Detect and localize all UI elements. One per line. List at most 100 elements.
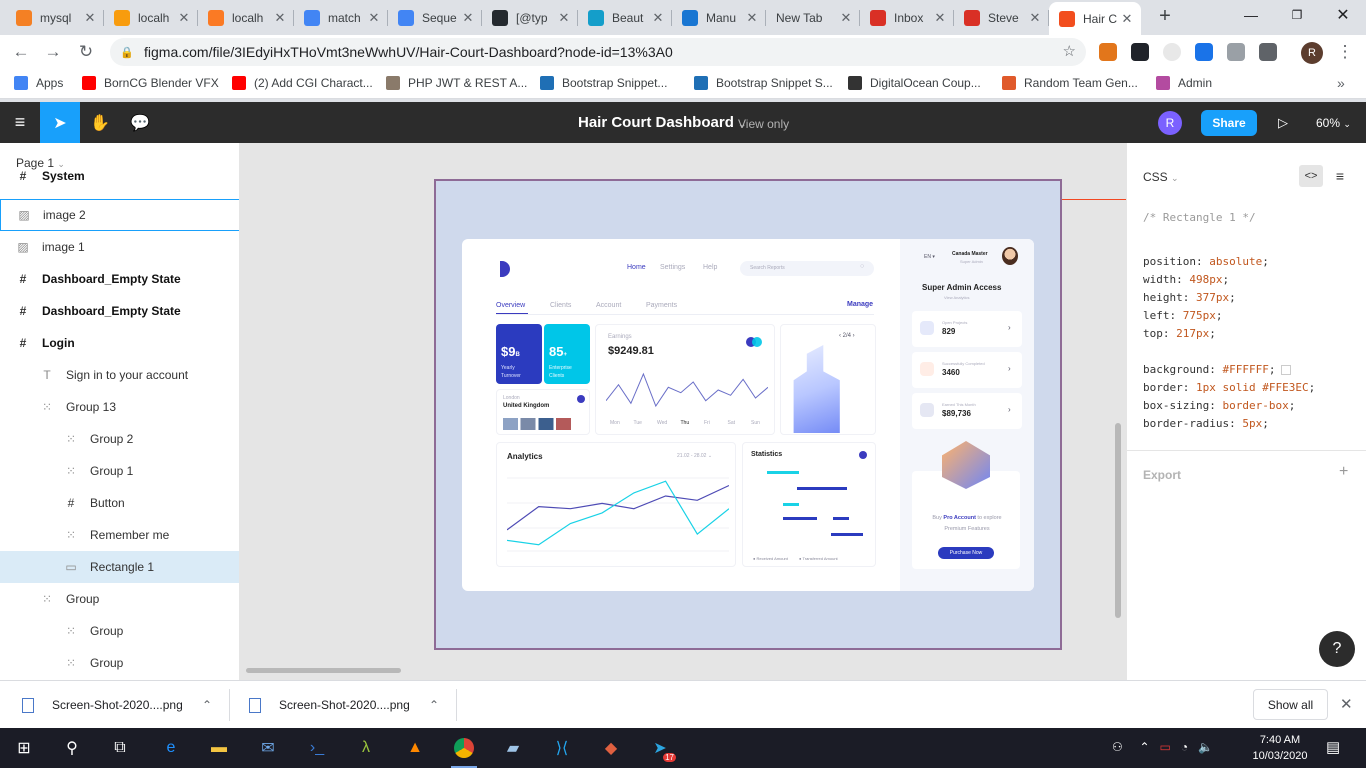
telegram-button[interactable]: ➤ 17 — [644, 732, 676, 764]
browser-tab[interactable]: localh ✕ — [104, 4, 198, 31]
close-tab-icon[interactable]: ✕ — [366, 10, 382, 26]
extension-circle-icon[interactable] — [1163, 43, 1181, 61]
profile-avatar[interactable]: R — [1301, 42, 1323, 64]
browser-tab[interactable]: match ✕ — [294, 4, 388, 31]
volume-icon[interactable]: 🔈 — [1198, 740, 1213, 754]
lambda-app-button[interactable]: λ — [350, 732, 382, 764]
pager-text[interactable]: ‹ 2/4 › — [839, 333, 855, 339]
layer-item[interactable]: # Dashboard_Empty State — [0, 295, 239, 327]
bookmark-item[interactable]: Bootstrap Snippet... — [540, 76, 667, 90]
horizontal-scrollbar[interactable] — [246, 668, 401, 673]
date-range[interactable]: 21.02 - 28.02 ⌄ — [677, 453, 712, 459]
mail-button[interactable]: ✉ — [252, 732, 284, 764]
close-tab-icon[interactable]: ✕ — [650, 10, 666, 26]
close-tab-icon[interactable]: ✕ — [1027, 10, 1043, 26]
browser-tab[interactable]: Steve ✕ — [954, 4, 1049, 31]
close-tab-icon[interactable]: ✕ — [272, 10, 288, 26]
show-all-button[interactable]: Show all — [1253, 689, 1328, 720]
close-tab-icon[interactable]: ✕ — [82, 10, 98, 26]
start-button[interactable]: ⊞ — [8, 732, 40, 764]
shield-icon[interactable] — [1227, 43, 1245, 61]
bookmark-item[interactable]: Bootstrap Snippet S... — [694, 76, 833, 90]
sidebar-stat-card[interactable]: Successfully Completed 3460 › — [912, 352, 1022, 388]
download-item[interactable]: Screen-Shot-2020....png ⌃ — [22, 681, 230, 729]
sidebar-stat-card[interactable]: Open Projects 829 › — [912, 311, 1022, 347]
main-menu-button[interactable]: ≡ — [0, 102, 40, 143]
chrome-menu-button[interactable]: ⋮ — [1333, 40, 1357, 64]
chevron-up-icon[interactable]: ⌃ — [1139, 740, 1149, 754]
tab-payments[interactable]: Payments — [646, 302, 677, 309]
task-view-button[interactable]: ⧉ — [104, 732, 136, 764]
metamask-icon[interactable] — [1099, 43, 1117, 61]
browser-tab[interactable]: localh ✕ — [198, 4, 294, 31]
zoom-control[interactable]: 60% ⌄ — [1316, 116, 1351, 130]
nav-settings[interactable]: Settings — [660, 264, 685, 271]
file-title[interactable]: Hair Court Dashboard ⌄ — [578, 114, 746, 131]
tab-account[interactable]: Account — [596, 302, 621, 309]
manage-link[interactable]: Manage — [847, 301, 873, 308]
close-tab-icon[interactable]: ✕ — [460, 10, 476, 26]
admin-avatar[interactable] — [1002, 247, 1018, 265]
browser-tab[interactable]: [@typ ✕ — [482, 4, 578, 31]
bookmark-item[interactable]: Admin — [1156, 76, 1212, 90]
bookmark-item[interactable]: Random Team Gen... — [1002, 76, 1138, 90]
tab-clients[interactable]: Clients — [550, 302, 571, 309]
minimize-button[interactable]: — — [1228, 0, 1274, 30]
layer-item[interactable]: ▨ image 2 — [0, 199, 239, 231]
layer-item[interactable]: ⁙ Group 13 — [0, 391, 239, 423]
layer-item[interactable]: # Dashboard_Empty State — [0, 263, 239, 295]
react-devtools-icon[interactable] — [1131, 43, 1149, 61]
layer-item[interactable]: ⁙ Remember me — [0, 519, 239, 551]
layer-item[interactable]: ⁙ Group 1 — [0, 455, 239, 487]
file-explorer-button[interactable]: ▬ — [203, 732, 235, 764]
layer-item[interactable]: ⁙ Group — [0, 647, 239, 679]
add-export-button[interactable]: + — [1339, 463, 1348, 481]
comment-tool-button[interactable]: 💬 — [120, 102, 160, 143]
wifi-icon[interactable]: ◔ — [1181, 740, 1188, 754]
screenshot-extension-icon[interactable] — [1195, 43, 1213, 61]
browser-tab[interactable]: Manu ✕ — [672, 4, 766, 31]
close-tab-icon[interactable]: ✕ — [176, 10, 192, 26]
chrome-taskbar-button[interactable] — [448, 732, 480, 768]
forward-button[interactable]: → — [41, 40, 65, 64]
close-tab-icon[interactable]: ✕ — [744, 10, 760, 26]
layer-item[interactable]: # System — [0, 167, 239, 183]
close-tab-icon[interactable]: ✕ — [1119, 11, 1135, 27]
sidebar-stat-card[interactable]: Earned This Month $89,736 › — [912, 393, 1022, 429]
git-app-button[interactable]: ◆ — [595, 732, 627, 764]
close-tab-icon[interactable]: ✕ — [556, 10, 572, 26]
purchase-button[interactable]: Purchase Now — [938, 547, 994, 559]
nav-home[interactable]: Home — [627, 264, 646, 271]
close-tab-icon[interactable]: ✕ — [932, 10, 948, 26]
close-tab-icon[interactable]: ✕ — [838, 10, 854, 26]
help-button[interactable]: ? — [1319, 631, 1355, 667]
code-language-selector[interactable]: CSS ⌄ — [1143, 170, 1179, 184]
more-bookmarks-button[interactable]: » — [1337, 75, 1345, 91]
download-item[interactable]: Screen-Shot-2020....png ⌃ — [249, 681, 457, 729]
browser-tab[interactable]: Seque ✕ — [388, 4, 482, 31]
layer-item[interactable]: ⁙ Group — [0, 583, 239, 615]
browser-tab[interactable]: Inbox ✕ — [860, 4, 954, 31]
layer-item[interactable]: ▨ image 1 — [0, 231, 239, 263]
close-window-button[interactable]: ✕ — [1320, 0, 1366, 30]
restore-button[interactable]: ❐ — [1274, 0, 1320, 30]
chevron-up-icon[interactable]: ⌃ — [202, 698, 212, 712]
vlc-button[interactable]: ▲ — [399, 732, 431, 764]
layer-item[interactable]: # Login — [0, 327, 239, 359]
bookmark-item[interactable]: Apps — [14, 76, 63, 90]
address-bar[interactable]: 🔒 figma.com/file/3IEdyiHxTHoVmt3neWwhUV/… — [110, 38, 1086, 66]
reload-button[interactable]: ↻ — [74, 40, 98, 64]
layer-item[interactable]: T Sign in to your account — [0, 359, 239, 391]
browser-tab[interactable]: mysql ✕ — [6, 4, 104, 31]
vscode-button[interactable]: ⟩⟨ — [546, 732, 578, 764]
back-button[interactable]: ← — [9, 40, 33, 64]
layer-item[interactable]: ▭ Rectangle 1 — [0, 551, 239, 583]
edge-button[interactable]: e — [155, 732, 187, 764]
list-view-button[interactable]: ≡ — [1329, 165, 1351, 187]
bookmark-star-icon[interactable]: ☆ — [1063, 42, 1076, 60]
close-downloads-button[interactable]: ✕ — [1340, 695, 1353, 713]
vertical-scrollbar[interactable] — [1115, 423, 1121, 618]
user-avatar[interactable]: R — [1158, 111, 1182, 135]
new-tab-button[interactable]: + — [1156, 4, 1174, 30]
move-tool-button[interactable]: ➤ — [40, 102, 80, 143]
